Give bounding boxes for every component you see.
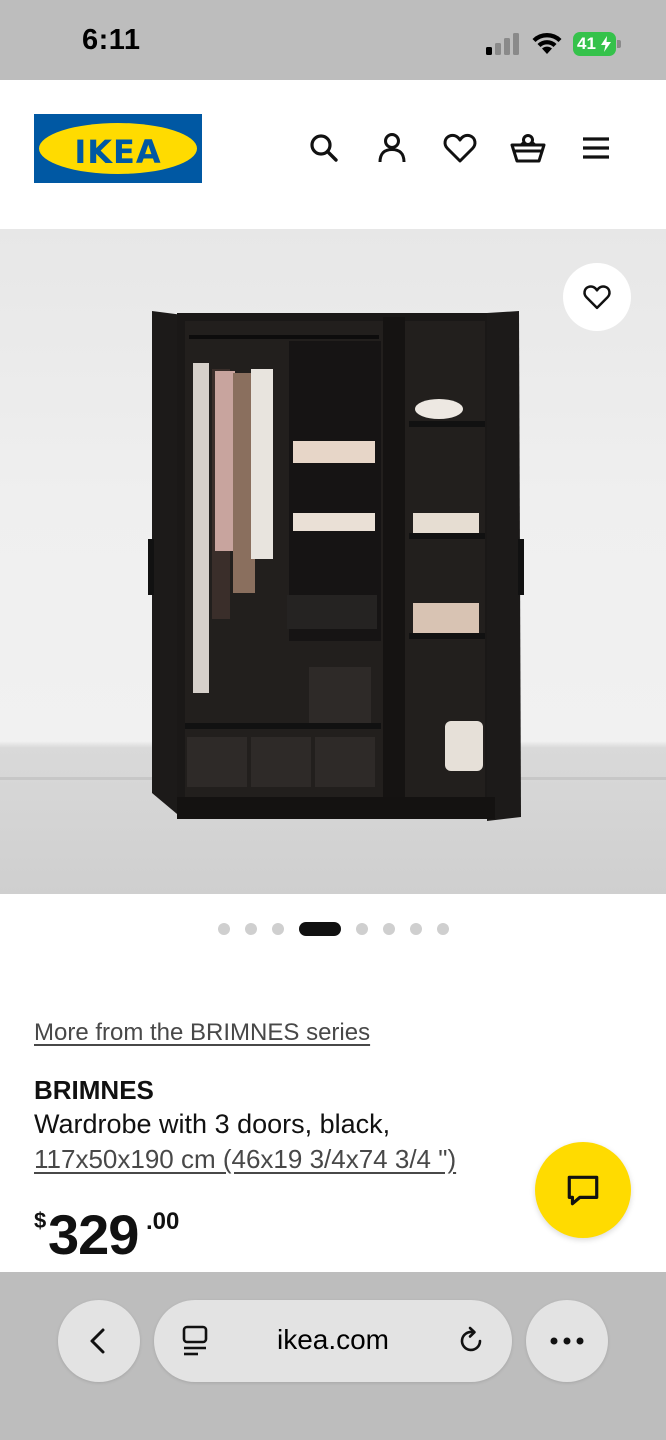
favourites-icon[interactable] xyxy=(442,130,478,166)
wardrobe-image xyxy=(148,311,524,821)
carousel-dot[interactable] xyxy=(218,923,230,935)
wifi-icon xyxy=(530,30,564,56)
series-link[interactable]: More from the BRIMNES series xyxy=(34,1019,370,1047)
status-bar: 6:11 41 xyxy=(0,0,666,80)
page: 6:11 41 IKEA More from the BRIMNES serie… xyxy=(0,0,666,1440)
ikea-logo[interactable]: IKEA xyxy=(34,114,202,183)
product-description: Wardrobe with 3 doors, black, xyxy=(34,1109,391,1139)
chat-button[interactable] xyxy=(535,1142,631,1238)
site-header: IKEA xyxy=(0,80,666,230)
more-options-button[interactable] xyxy=(526,1300,608,1382)
save-favourite-button[interactable] xyxy=(563,263,631,331)
carousel-dot[interactable] xyxy=(383,923,395,935)
carousel-dot[interactable] xyxy=(437,923,449,935)
product-dimensions-link[interactable]: 117x50x190 cm (46x19 3/4x74 3/4 ") xyxy=(34,1144,456,1175)
logo-text: IKEA xyxy=(74,133,162,171)
image-carousel-indicator xyxy=(0,921,666,937)
carousel-dot[interactable] xyxy=(272,923,284,935)
cart-icon[interactable] xyxy=(510,130,546,166)
product-image[interactable] xyxy=(0,229,666,894)
browser-toolbar: ikea.com xyxy=(0,1272,666,1440)
carousel-dot-active[interactable] xyxy=(299,922,341,936)
chevron-left-icon xyxy=(90,1328,105,1354)
product-name: BRIMNES xyxy=(34,1075,154,1105)
price-amount: 329 xyxy=(48,1203,139,1266)
back-button[interactable] xyxy=(58,1300,140,1382)
carousel-dot[interactable] xyxy=(356,923,368,935)
menu-icon[interactable] xyxy=(578,130,614,166)
heart-icon xyxy=(583,285,611,310)
battery-icon: 41 xyxy=(573,32,621,56)
cellular-signal-icon xyxy=(486,33,522,55)
price-currency: $ xyxy=(34,1208,47,1233)
battery-level: 41 xyxy=(577,34,596,53)
status-time: 6:11 xyxy=(82,24,141,56)
ellipsis-icon xyxy=(550,1337,584,1345)
search-icon[interactable] xyxy=(306,130,342,166)
account-icon[interactable] xyxy=(374,130,410,166)
reload-icon[interactable] xyxy=(456,1325,488,1357)
charging-bolt-icon xyxy=(601,36,611,52)
carousel-dot[interactable] xyxy=(245,923,257,935)
price-decimals: .00 xyxy=(146,1208,180,1235)
carousel-dot[interactable] xyxy=(410,923,422,935)
chat-icon xyxy=(567,1175,599,1206)
address-bar[interactable]: ikea.com xyxy=(154,1300,512,1382)
